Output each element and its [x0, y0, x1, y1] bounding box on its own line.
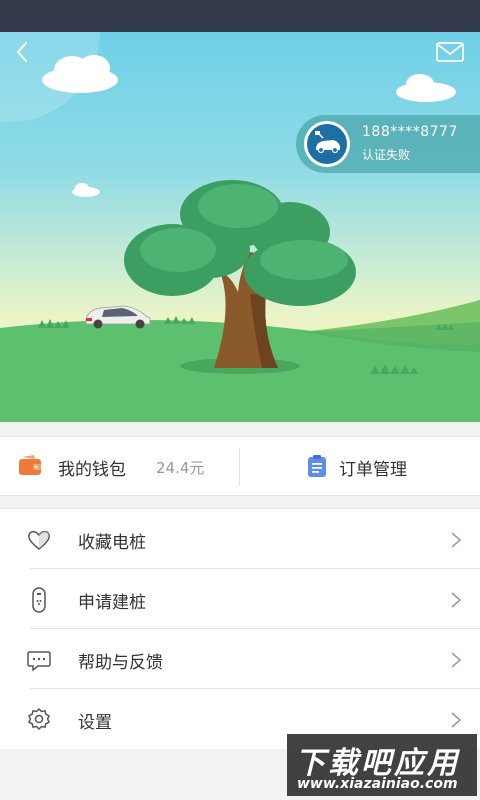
- verification-status: 认证失败: [362, 148, 411, 162]
- back-button[interactable]: [10, 38, 38, 66]
- status-bar: [0, 0, 480, 32]
- landscape-illustration: [0, 32, 480, 422]
- chevron-left-icon: [17, 42, 27, 62]
- user-info-card[interactable]: 188****8777 认证失败: [296, 115, 480, 173]
- quick-actions-bar: 我的钱包 24.4元 订单管理: [0, 436, 480, 496]
- car-plug-icon: [315, 131, 340, 154]
- order-management-label: 订单管理: [339, 460, 407, 480]
- menu-item-apply-pile[interactable]: 申请建桩: [0, 569, 480, 629]
- wallet-button[interactable]: 我的钱包 24.4元: [0, 437, 238, 495]
- charging-pile-icon: [32, 587, 46, 613]
- order-management-button[interactable]: 订单管理: [241, 437, 480, 495]
- divider: [239, 448, 240, 486]
- clipboard-icon: [308, 455, 326, 477]
- chat-bubble-icon: [27, 651, 51, 672]
- menu-item-label: 设置: [78, 713, 112, 733]
- menu-item-label: 申请建桩: [78, 593, 146, 613]
- profile-hero: 188****8777 认证失败: [0, 32, 480, 422]
- chevron-right-icon: [451, 712, 462, 728]
- menu-item-favorites[interactable]: 收藏电桩: [0, 509, 480, 569]
- chevron-right-icon: [451, 532, 462, 548]
- wallet-balance: 24.4元: [156, 459, 205, 477]
- chevron-right-icon: [451, 652, 462, 668]
- chevron-right-icon: [451, 592, 462, 608]
- watermark: 下载吧应用 www.xiazainiao.com: [287, 734, 477, 796]
- mail-icon: [436, 42, 464, 62]
- avatar[interactable]: [304, 121, 350, 167]
- menu-item-label: 收藏电桩: [78, 533, 146, 553]
- wallet-icon: [19, 455, 41, 475]
- messages-button[interactable]: [434, 40, 466, 64]
- watermark-url: www.xiazainiao.com: [297, 776, 458, 792]
- gear-icon: [28, 708, 50, 730]
- user-phone: 188****8777: [362, 124, 458, 140]
- menu-item-help-feedback[interactable]: 帮助与反馈: [0, 629, 480, 689]
- heart-icon: [28, 530, 50, 550]
- settings-menu: 收藏电桩 申请建桩 帮助与反馈 设置: [0, 508, 480, 749]
- wallet-label: 我的钱包: [58, 460, 126, 480]
- menu-item-label: 帮助与反馈: [78, 653, 163, 673]
